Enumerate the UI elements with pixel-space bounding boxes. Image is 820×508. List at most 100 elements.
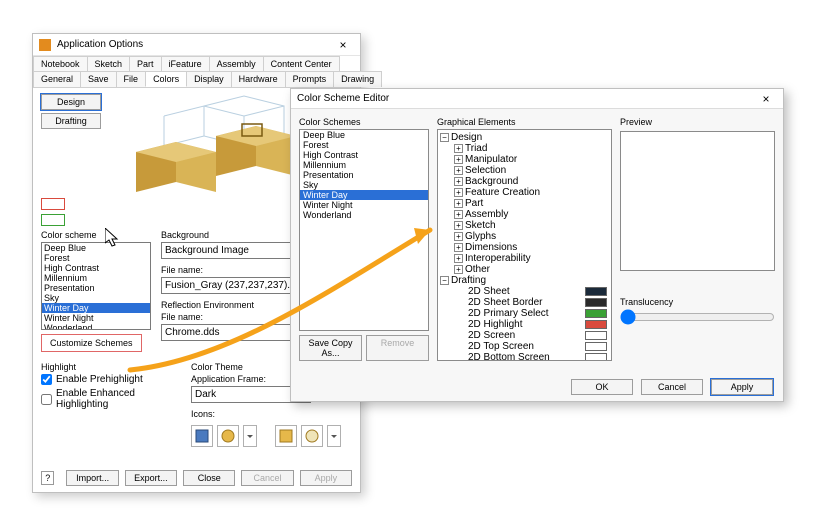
collapse-icon[interactable]: −	[440, 276, 449, 285]
cancel-button[interactable]: Cancel	[241, 470, 293, 486]
expand-icon[interactable]: +	[454, 144, 463, 153]
list-item[interactable]: High Contrast	[42, 263, 150, 273]
color-scheme-list[interactable]: Deep Blue Forest High Contrast Millenniu…	[41, 242, 151, 330]
icon-theme-2[interactable]	[217, 425, 239, 447]
tree-item: +Part	[438, 198, 611, 209]
list-item[interactable]: Sky	[42, 293, 150, 303]
tab-contentcenter[interactable]: Content Center	[263, 56, 340, 71]
remove-button[interactable]: Remove	[366, 335, 429, 361]
color-swatch[interactable]	[585, 353, 607, 361]
apply-button[interactable]: Apply	[711, 379, 773, 395]
color-swatch[interactable]	[585, 287, 607, 296]
graphical-elements-label: Graphical Elements	[437, 117, 612, 127]
enable-prehighlight-checkbox[interactable]: Enable Prehighlight	[41, 374, 181, 385]
expand-icon[interactable]: +	[454, 254, 463, 263]
tree-item[interactable]: 2D Highlight	[438, 319, 611, 330]
tree-item[interactable]: 2D Primary Select	[438, 308, 611, 319]
list-item[interactable]: Deep Blue	[300, 130, 428, 140]
list-item[interactable]: Millennium	[42, 273, 150, 283]
tree-item[interactable]: 2D Bottom Screen	[438, 352, 611, 361]
expand-icon[interactable]: +	[454, 166, 463, 175]
tab-display[interactable]: Display	[186, 71, 232, 87]
tab-part[interactable]: Part	[129, 56, 162, 71]
graphical-elements-tree[interactable]: − Design +Triad +Manipulator +Selection …	[437, 129, 612, 361]
color-swatch[interactable]	[585, 331, 607, 340]
save-copy-as-button[interactable]: Save Copy As...	[299, 335, 362, 361]
list-item[interactable]: High Contrast	[300, 150, 428, 160]
expand-icon[interactable]: +	[454, 232, 463, 241]
apply-button[interactable]: Apply	[300, 470, 352, 486]
import-button[interactable]: Import...	[66, 470, 118, 486]
tab-prompts[interactable]: Prompts	[285, 71, 335, 87]
list-item[interactable]: Winter Night	[42, 313, 150, 323]
tab-save[interactable]: Save	[80, 71, 117, 87]
tab-ifeature[interactable]: iFeature	[161, 56, 210, 71]
tab-drawing[interactable]: Drawing	[333, 71, 382, 87]
color-swatch[interactable]	[585, 309, 607, 318]
tab-file[interactable]: File	[116, 71, 147, 87]
expand-icon[interactable]: +	[454, 243, 463, 252]
swatch-red[interactable]	[41, 198, 65, 210]
tree-item: +Interoperability	[438, 253, 611, 264]
tab-notebook[interactable]: Notebook	[33, 56, 88, 71]
ok-button[interactable]: OK	[571, 379, 633, 395]
cancel-button[interactable]: Cancel	[641, 379, 703, 395]
icon-theme-4[interactable]	[301, 425, 323, 447]
tab-hardware[interactable]: Hardware	[231, 71, 286, 87]
tree-item: +Sketch	[438, 220, 611, 231]
tree-node-drafting[interactable]: − Drafting	[438, 275, 611, 286]
tab-assembly[interactable]: Assembly	[209, 56, 264, 71]
expand-icon[interactable]: +	[454, 188, 463, 197]
list-item[interactable]: Deep Blue	[42, 243, 150, 253]
help-icon[interactable]: ?	[41, 471, 54, 485]
close-icon[interactable]: ×	[332, 38, 354, 52]
preview-box	[620, 131, 775, 271]
list-item[interactable]: Winter Night	[300, 200, 428, 210]
list-item[interactable]: Forest	[42, 253, 150, 263]
expand-icon[interactable]: +	[454, 221, 463, 230]
list-item[interactable]: Winter Day	[300, 190, 428, 200]
titlebar[interactable]: Application Options ×	[33, 34, 360, 56]
tree-item[interactable]: 2D Sheet Border	[438, 297, 611, 308]
close-button[interactable]: Close	[183, 470, 235, 486]
titlebar[interactable]: Color Scheme Editor ×	[291, 89, 783, 109]
tree-item[interactable]: 2D Sheet	[438, 286, 611, 297]
icon-theme-1[interactable]	[191, 425, 213, 447]
enable-enhanced-checkbox[interactable]: Enable Enhanced Highlighting	[41, 388, 181, 410]
close-icon[interactable]: ×	[755, 92, 777, 106]
export-button[interactable]: Export...	[125, 470, 177, 486]
color-swatch[interactable]	[585, 320, 607, 329]
list-item[interactable]: Winter Day	[42, 303, 150, 313]
design-button[interactable]: Design	[41, 94, 101, 110]
color-swatch[interactable]	[585, 342, 607, 351]
list-item[interactable]: Forest	[300, 140, 428, 150]
tab-general[interactable]: General	[33, 71, 81, 87]
tree-node-design[interactable]: − Design	[438, 132, 611, 143]
list-item[interactable]: Sky	[300, 180, 428, 190]
tab-sketch[interactable]: Sketch	[87, 56, 131, 71]
translucency-slider[interactable]	[620, 309, 775, 325]
color-swatch[interactable]	[585, 298, 607, 307]
color-schemes-list[interactable]: Deep Blue Forest High Contrast Millenniu…	[299, 129, 429, 331]
tree-item[interactable]: 2D Top Screen	[438, 341, 611, 352]
expand-icon[interactable]: +	[454, 210, 463, 219]
icon-theme-droparrow-2[interactable]	[327, 425, 341, 447]
customize-schemes-button[interactable]: Customize Schemes	[41, 334, 142, 352]
icon-theme-droparrow-1[interactable]	[243, 425, 257, 447]
list-item[interactable]: Millennium	[300, 160, 428, 170]
expand-icon[interactable]: +	[454, 199, 463, 208]
list-item[interactable]: Presentation	[300, 170, 428, 180]
expand-icon[interactable]: +	[454, 177, 463, 186]
swatch-green[interactable]	[41, 214, 65, 226]
tab-colors[interactable]: Colors	[145, 71, 187, 87]
list-item[interactable]: Wonderland	[42, 323, 150, 330]
list-item[interactable]: Wonderland	[300, 210, 428, 220]
expand-icon[interactable]: +	[454, 155, 463, 164]
expand-icon[interactable]: +	[454, 265, 463, 274]
drafting-button[interactable]: Drafting	[41, 113, 101, 129]
icon-theme-3[interactable]	[275, 425, 297, 447]
translucency-label: Translucency	[620, 297, 775, 307]
tree-item[interactable]: 2D Screen	[438, 330, 611, 341]
collapse-icon[interactable]: −	[440, 133, 449, 142]
list-item[interactable]: Presentation	[42, 283, 150, 293]
